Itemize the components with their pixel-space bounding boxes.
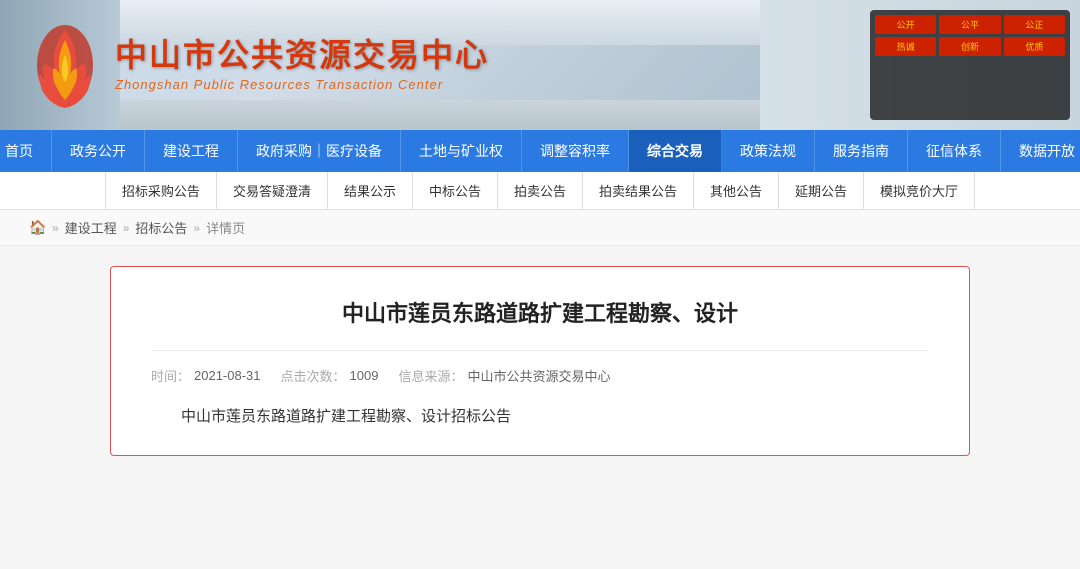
meta-time-label: 时间： [151, 366, 190, 385]
nav-item-data[interactable]: 数据开放 [1001, 130, 1080, 172]
scoreboard-item: 公平 [939, 15, 1000, 34]
right-scoreboard: 公开 公平 公正 热诚 创新 优质 [870, 10, 1070, 120]
nav-item-policy[interactable]: 政策法规 [722, 130, 815, 172]
breadcrumb-current: 详情页 [206, 218, 245, 237]
logo-english-text: Zhongshan Public Resources Transaction C… [115, 77, 489, 92]
breadcrumb-bidding[interactable]: 招标公告 [135, 218, 187, 237]
main-navigation: 首页 政务公开 建设工程 政府采购｜医疗设备 土地与矿业权 调整容积率 综合交易… [0, 130, 1080, 172]
meta-clicks-label: 点击次数： [281, 366, 346, 385]
sub-nav-delay[interactable]: 延期公告 [779, 172, 864, 209]
meta-source: 信息来源： 中山市公共资源交易中心 [398, 366, 610, 385]
nav-item-govopen[interactable]: 政务公开 [52, 130, 145, 172]
nav-item-service[interactable]: 服务指南 [815, 130, 908, 172]
breadcrumb-construction[interactable]: 建设工程 [65, 218, 117, 237]
meta-source-value: 中山市公共资源交易中心 [467, 366, 610, 385]
logo-chinese-text: 中山市公共资源交易中心 [115, 38, 489, 73]
sub-nav-results[interactable]: 结果公示 [328, 172, 413, 209]
meta-clicks: 点击次数： 1009 [281, 366, 379, 385]
logo-text: 中山市公共资源交易中心 Zhongshan Public Resources T… [115, 38, 489, 92]
sub-nav-other[interactable]: 其他公告 [694, 172, 779, 209]
sub-nav-items: 招标采购公告 交易答疑澄清 结果公示 中标公告 拍卖公告 拍卖结果公告 其他公告… [105, 172, 975, 209]
scoreboard-item: 优质 [1004, 37, 1065, 56]
breadcrumb-separator: » [193, 221, 200, 235]
sub-nav-simulation[interactable]: 模拟竞价大厅 [864, 172, 975, 209]
sub-navigation: 招标采购公告 交易答疑澄清 结果公示 中标公告 拍卖公告 拍卖结果公告 其他公告… [0, 172, 1080, 210]
article-title: 中山市莲员东路道路扩建工程勘察、设计 [151, 297, 929, 330]
sub-nav-bidding[interactable]: 招标采购公告 [105, 172, 217, 209]
header-banner: 中山市公共资源交易中心 Zhongshan Public Resources T… [0, 0, 1080, 130]
breadcrumb: 🏠 » 建设工程 » 招标公告 » 详情页 [0, 210, 1080, 246]
scoreboard-item: 公正 [1004, 15, 1065, 34]
sub-nav-auction[interactable]: 拍卖公告 [498, 172, 583, 209]
breadcrumb-separator: » [52, 221, 59, 235]
home-icon[interactable]: 🏠 [30, 220, 46, 236]
scoreboard-item: 创新 [939, 37, 1000, 56]
nav-item-credit[interactable]: 征信体系 [908, 130, 1001, 172]
main-nav-items: 首页 政务公开 建设工程 政府采购｜医疗设备 土地与矿业权 调整容积率 综合交易… [0, 130, 1080, 172]
meta-clicks-value: 1009 [350, 368, 379, 383]
breadcrumb-separator: » [123, 221, 130, 235]
flame-logo-icon [30, 20, 100, 110]
nav-item-composite[interactable]: 综合交易 [629, 130, 722, 172]
nav-item-govprocure[interactable]: 政府采购｜医疗设备 [238, 130, 401, 172]
article-card: 中山市莲员东路道路扩建工程勘察、设计 时间： 2021-08-31 点击次数： … [110, 266, 970, 456]
meta-time: 时间： 2021-08-31 [151, 366, 261, 385]
scoreboard-row-2: 热诚 创新 优质 [875, 37, 1065, 56]
sub-nav-qa[interactable]: 交易答疑澄清 [217, 172, 328, 209]
nav-item-home[interactable]: 首页 [0, 130, 52, 172]
nav-item-land[interactable]: 土地与矿业权 [401, 130, 522, 172]
article-body: 中山市莲员东路道路扩建工程勘察、设计招标公告 [151, 403, 929, 430]
scoreboard-item: 热诚 [875, 37, 936, 56]
nav-item-construction[interactable]: 建设工程 [145, 130, 238, 172]
content-area: 中山市莲员东路道路扩建工程勘察、设计 时间： 2021-08-31 点击次数： … [0, 246, 1080, 566]
meta-source-label: 信息来源： [398, 366, 463, 385]
scoreboard-item: 公开 [875, 15, 936, 34]
meta-time-value: 2021-08-31 [194, 368, 261, 383]
sub-nav-auction-result[interactable]: 拍卖结果公告 [583, 172, 694, 209]
scoreboard-row-1: 公开 公平 公正 [875, 15, 1065, 34]
article-divider [151, 350, 929, 351]
sub-nav-winning[interactable]: 中标公告 [413, 172, 498, 209]
article-meta: 时间： 2021-08-31 点击次数： 1009 信息来源： 中山市公共资源交… [151, 366, 929, 385]
nav-item-adjust[interactable]: 调整容积率 [522, 130, 629, 172]
